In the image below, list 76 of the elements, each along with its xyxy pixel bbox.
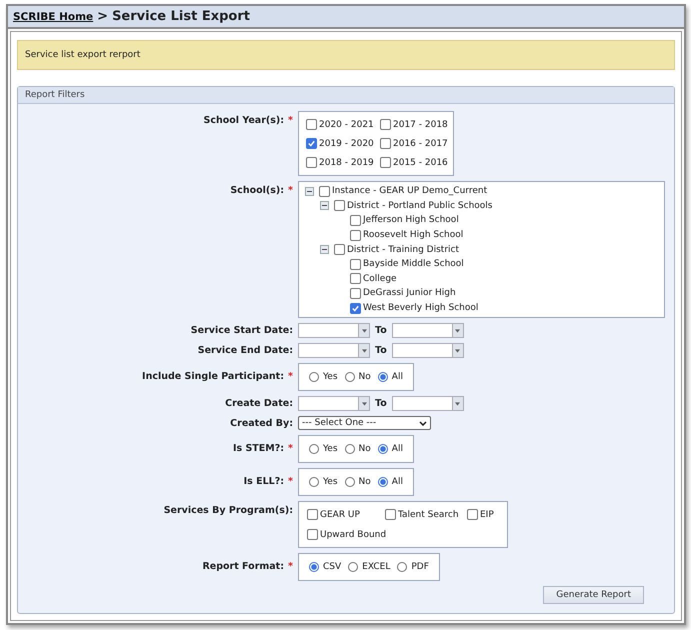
radio-option[interactable]: All [378, 477, 403, 488]
date-field[interactable] [392, 396, 464, 412]
field-label: Is ELL?: [244, 476, 284, 488]
page-title: Service List Export [112, 9, 250, 24]
field-label: Services By Program(s): [164, 505, 293, 516]
date-field[interactable] [298, 396, 370, 412]
to-label: To [375, 345, 387, 356]
checkmark-icon [307, 139, 316, 148]
to-label: To [375, 398, 387, 410]
dropdown-icon[interactable] [452, 397, 463, 410]
field-label: Created By: [230, 418, 293, 430]
tree-checkbox[interactable]: DeGrassi Junior High [350, 288, 456, 299]
tree-checkbox[interactable]: Instance - GEAR UP Demo_Current [319, 186, 488, 197]
tree-checkbox[interactable]: District - Portland Public Schools [334, 200, 492, 212]
collapse-icon[interactable] [320, 201, 329, 210]
dropdown-icon[interactable] [452, 324, 463, 338]
date-field[interactable] [298, 323, 370, 338]
dropdown-icon[interactable] [358, 324, 369, 338]
radio-option[interactable]: CSV [309, 562, 342, 572]
radio-option[interactable]: Yes [309, 477, 338, 488]
home-link[interactable]: SCRIBE Home [13, 11, 94, 23]
tree-checkbox[interactable]: College [350, 273, 397, 284]
field-label: School(s): [230, 185, 284, 196]
radio-option[interactable]: PDF [397, 562, 429, 572]
tree-checkbox[interactable]: District - Training District [334, 244, 459, 256]
date-field[interactable] [392, 323, 464, 338]
dropdown-icon[interactable] [358, 344, 369, 358]
breadcrumb-separator: > [97, 9, 108, 24]
field-label: Create Date: [225, 398, 293, 410]
required-mark: * [288, 443, 293, 454]
radio-option[interactable]: EXCEL [348, 562, 390, 572]
dropdown-icon[interactable] [358, 397, 369, 410]
year-checkbox[interactable]: 2018 - 2019 [306, 157, 380, 168]
field-label: Service Start Date: [190, 325, 293, 336]
program-checkbox[interactable]: Upward Bound [307, 529, 427, 540]
radio-option[interactable]: No [344, 372, 371, 382]
required-mark: * [288, 476, 293, 488]
required-mark: * [288, 115, 293, 126]
field-label: School Year(s): [203, 115, 284, 126]
notice-text: Service list export rerport [25, 50, 140, 60]
dropdown-icon[interactable] [452, 344, 463, 358]
radio-option[interactable]: Yes [309, 372, 338, 382]
radio-option[interactable]: Yes [309, 444, 338, 454]
checkmark-icon [351, 304, 360, 313]
created-by-select[interactable]: --- Select One --- [298, 416, 431, 430]
date-field[interactable] [298, 343, 370, 358]
field-label: Report Format: [202, 561, 284, 572]
collapse-icon[interactable] [305, 186, 314, 196]
generate-report-button[interactable]: Generate Report [543, 586, 644, 604]
radio-option[interactable]: No [344, 444, 371, 454]
radio-option[interactable]: No [344, 477, 371, 488]
tree-checkbox[interactable]: West Beverly High School [350, 302, 478, 314]
year-checkbox[interactable]: 2016 - 2017 [380, 138, 452, 149]
tree-checkbox[interactable]: Jefferson High School [350, 214, 459, 226]
year-checkbox[interactable]: 2015 - 2016 [380, 157, 452, 168]
year-checkbox[interactable]: 2020 - 2021 [306, 119, 380, 130]
field-label: Include Single Participant: [142, 371, 284, 382]
field-label: Service End Date: [198, 345, 293, 356]
collapse-icon[interactable] [320, 245, 329, 254]
panel-title: Report Filters [25, 90, 85, 100]
radio-option[interactable]: All [378, 444, 403, 454]
chevron-icon [419, 420, 427, 426]
program-checkbox[interactable]: GEAR UP [307, 509, 385, 520]
field-label: Is STEM?: [232, 443, 284, 454]
required-mark: * [288, 561, 293, 572]
program-checkbox[interactable]: Talent Search [385, 509, 467, 520]
tree-checkbox[interactable]: Bayside Middle School [350, 258, 464, 270]
required-mark: * [288, 185, 293, 196]
date-field[interactable] [392, 343, 464, 358]
year-checkbox[interactable]: 2017 - 2018 [380, 119, 452, 130]
year-checkbox[interactable]: 2019 - 2020 [306, 138, 380, 149]
to-label: To [375, 325, 387, 336]
radio-option[interactable]: All [378, 372, 403, 382]
program-checkbox[interactable]: EIP [467, 509, 494, 520]
tree-checkbox[interactable]: Roosevelt High School [350, 230, 464, 241]
required-mark: * [288, 371, 293, 382]
